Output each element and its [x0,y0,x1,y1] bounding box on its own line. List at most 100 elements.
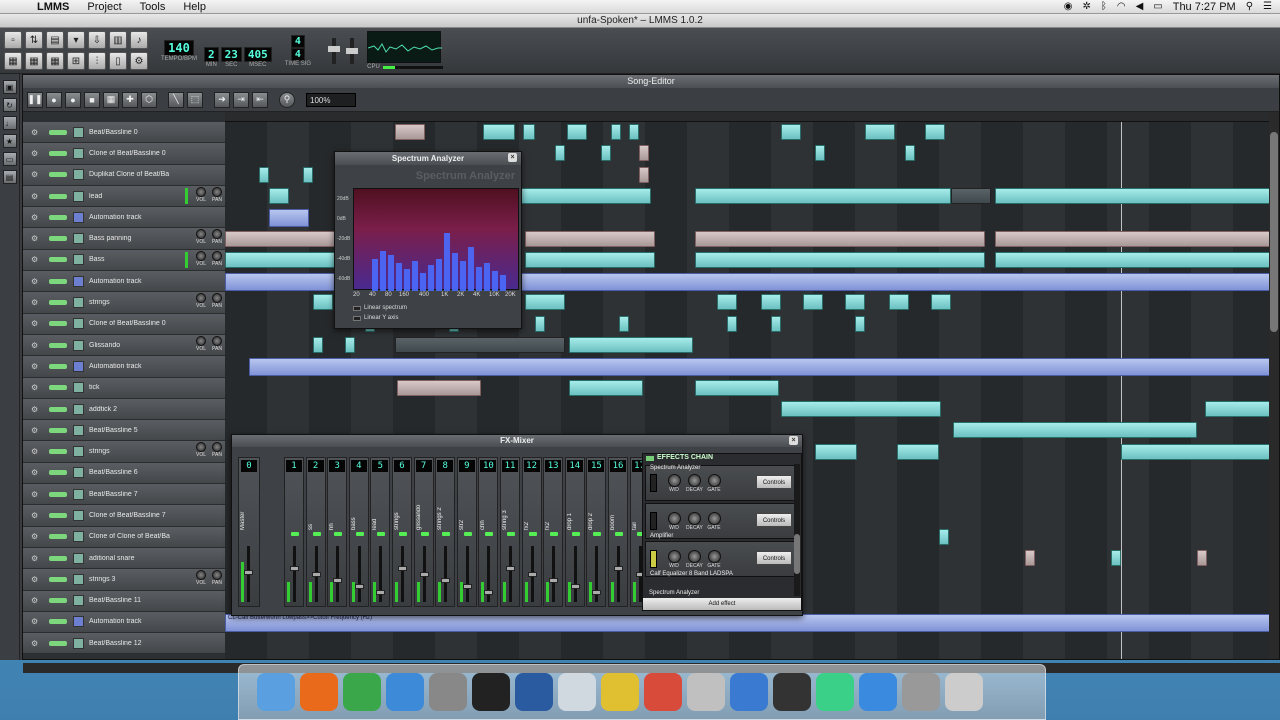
pattern-clip[interactable] [717,294,737,311]
mute-toggle[interactable] [49,598,67,604]
effect-controls-button[interactable]: Controls [756,551,792,565]
wet-dry-knob[interactable]: W/D [666,474,682,493]
lmms-app-icon[interactable] [816,673,854,711]
pattern-clip[interactable] [521,187,651,204]
fx-channel-mute[interactable] [312,532,321,536]
track-row[interactable]: ⚙ Bass panning VOL PAN [23,228,225,250]
fx-channel[interactable]: 1 [284,457,304,607]
pattern-clip[interactable] [1197,550,1207,566]
gate-knob[interactable]: GATE [706,550,722,569]
pattern-clip[interactable] [397,379,481,396]
mute-toggle[interactable] [49,214,67,220]
track-row[interactable]: ⚙ tick [23,377,225,399]
fx-channel-mute[interactable] [377,532,386,536]
search-icon[interactable]: ⚲ [1246,1,1253,12]
pattern-clip[interactable] [313,294,333,311]
fx-channel[interactable]: 13 fx2 [543,457,564,607]
gear-icon[interactable]: ⚙ [31,128,41,137]
track-row[interactable]: ⚙ Bass VOL PAN [23,249,225,272]
pattern-clip[interactable] [815,145,825,162]
fx-channel-fader[interactable] [376,546,386,602]
pattern-clip[interactable] [845,294,865,311]
track-name[interactable]: aditional snare [89,555,189,562]
volume-knob[interactable]: VOL [195,186,207,203]
volume-knob[interactable]: VOL [195,442,207,458]
new-template-button[interactable]: ⇅ [25,31,43,49]
timesig-display[interactable]: 4 4 TIME SIG [285,34,311,67]
gate-knob[interactable]: GATE [706,512,722,531]
track-row[interactable]: ⚙ Automation track [23,356,225,378]
mute-toggle[interactable] [49,193,67,199]
pattern-clip[interactable] [639,166,649,183]
fx-channel-fader[interactable] [419,546,429,602]
fx-channel[interactable]: 15 drop 2 [586,457,607,607]
effects-scrollbar[interactable] [794,464,800,596]
gear-icon[interactable]: ⚙ [31,255,41,264]
fx-channel-name[interactable]: lead [372,478,390,530]
track-row[interactable]: ⚙ Beat/Bassline 11 [23,590,225,612]
fx-channel-name[interactable]: chh [480,478,498,530]
track-name[interactable]: Beat/Bassline 7 [89,491,189,498]
projects-icon[interactable]: ↻ [2,98,17,112]
fx-channel-mute[interactable] [593,532,602,536]
pattern-clip[interactable] [269,209,309,228]
fx-channel[interactable]: 9 str2 [456,457,477,607]
track-row[interactable]: ⚙ aditional snare [23,547,225,570]
menu-tools[interactable]: Tools [131,1,175,13]
fx-channel[interactable]: 6 strings [392,457,412,607]
pattern-clip[interactable] [395,337,565,353]
effects-chain-header[interactable]: EFFECTS CHAIN [643,454,801,463]
track-name[interactable]: strings [89,448,189,455]
fx-channel-name[interactable]: string 3 [502,478,520,530]
record-button[interactable]: ● [46,91,62,108]
decay-knob[interactable]: DECAY [686,474,703,493]
fx-channel[interactable]: 2 ss [305,457,326,607]
fx-channel-name[interactable]: strings [394,478,412,530]
pattern-clip[interactable] [629,124,639,140]
pattern-clip[interactable] [525,294,565,311]
gear-icon[interactable]: ⚙ [31,298,41,307]
fx-channel-name[interactable]: hh [329,478,347,530]
track-row[interactable]: ⚙ strings 3 VOL PAN [23,569,225,591]
gear-icon[interactable]: ⚙ [31,596,41,605]
fx-channel-mute[interactable] [528,532,537,536]
mute-toggle[interactable] [49,491,67,497]
new-project-button[interactable]: ▫ [4,31,22,49]
fx-channel[interactable]: 14 drop 1 [564,457,585,607]
pattern-clip[interactable] [619,315,629,332]
fx-channel-fader[interactable] [570,546,580,602]
pattern-clip[interactable] [925,124,945,140]
track-name[interactable]: Clone of Clone of Beat/Ba [89,533,189,540]
mute-toggle[interactable] [49,300,67,306]
track-name[interactable]: lead [89,193,189,200]
tempo-value[interactable]: 140 [164,39,194,56]
track-row[interactable]: ⚙ Beat/Bassline 12 [23,633,225,655]
fx-channel-name[interactable]: fx2 [524,478,542,530]
quicktime-icon[interactable] [730,673,768,711]
fx-channel[interactable]: 16 boom [608,457,628,607]
fx-channel-fader[interactable] [354,546,364,602]
mute-toggle[interactable] [49,172,67,178]
track-name[interactable]: Duplikat Clone of Beat/Ba [89,171,189,178]
master-volume-slider[interactable] [328,37,341,64]
fx-channel-mute[interactable] [420,532,429,536]
pattern-clip[interactable] [555,145,565,162]
pattern-clip[interactable] [897,443,939,460]
track-name[interactable]: tick [89,384,189,391]
fx-channel-fader[interactable] [398,546,407,602]
record-play-button[interactable]: ● [65,91,81,108]
pattern-clip[interactable] [695,230,985,247]
track-name[interactable]: addtick 2 [89,406,189,413]
pan-knob[interactable]: PAN [211,335,223,352]
mute-toggle[interactable] [49,236,67,242]
home-icon[interactable]: ▭ [2,152,17,166]
pattern-clip[interactable] [995,230,1271,247]
track-row[interactable]: ⚙ strings VOL PAN [23,292,225,314]
decay-knob[interactable]: DECAY [686,550,703,569]
fx-channel-mute[interactable] [507,532,515,536]
track-name[interactable]: Beat/Bassline 5 [89,427,189,434]
stop-button[interactable]: ■ [84,91,100,108]
draw-mode-button[interactable]: ╲ [168,91,184,108]
fx-channel-fader[interactable] [484,546,494,602]
add-sample-button[interactable]: ✚ [122,91,138,108]
